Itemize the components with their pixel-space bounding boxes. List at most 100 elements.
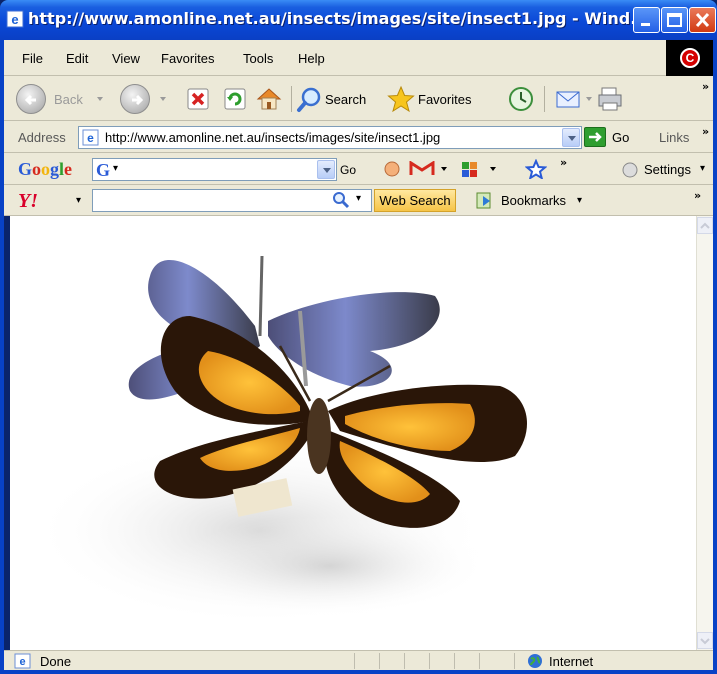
google-overflow-chevron-icon[interactable]: »: [560, 156, 567, 169]
google-settings-button[interactable]: Settings: [644, 162, 691, 177]
go-button[interactable]: Go: [612, 130, 629, 145]
scroll-up-button[interactable]: [697, 217, 713, 234]
mail-dropdown-icon[interactable]: [586, 97, 592, 101]
google-logo[interactable]: Google: [18, 159, 72, 180]
window-border-bottom: [0, 670, 717, 674]
page-done-icon: e: [14, 653, 31, 669]
menu-edit[interactable]: Edit: [66, 51, 88, 66]
status-divider: [379, 653, 380, 669]
forward-arrow-icon: [132, 94, 144, 106]
address-url-text: http://www.amonline.net.au/insects/image…: [105, 130, 441, 145]
bookmarks-icon[interactable]: [474, 190, 496, 210]
window-border-right: [713, 40, 717, 674]
stop-icon[interactable]: [184, 85, 212, 113]
gmail-icon[interactable]: [409, 161, 435, 177]
status-text: Done: [40, 654, 72, 669]
yahoo-logo-dropdown-icon[interactable]: ▾: [76, 195, 81, 206]
links-overflow-chevron-icon[interactable]: »: [702, 125, 709, 138]
address-label: Address: [18, 130, 66, 145]
print-icon[interactable]: [596, 85, 624, 113]
menu-bar: File Edit View Favorites Tools Help C: [4, 40, 713, 76]
toolbar-overflow-chevron-icon[interactable]: »: [702, 80, 709, 93]
security-zone-text: Internet: [549, 654, 594, 669]
yahoo-overflow-chevron-icon[interactable]: »: [694, 189, 701, 202]
address-input[interactable]: e http://www.amonline.net.au/insects/ima…: [78, 126, 582, 149]
vertical-scrollbar[interactable]: [696, 216, 713, 650]
web-search-button[interactable]: Web Search: [374, 189, 456, 212]
status-divider: [404, 653, 405, 669]
bookmark-star-icon[interactable]: [525, 159, 547, 179]
puzzle-icon[interactable]: [459, 159, 481, 179]
yahoo-search-dropdown-icon[interactable]: ▾: [356, 193, 361, 204]
ie-throbber-logo: C: [666, 40, 713, 76]
close-button[interactable]: [689, 7, 716, 33]
google-g-icon: G: [96, 160, 111, 180]
status-divider: [354, 653, 355, 669]
status-bar: e Done Internet: [4, 650, 713, 670]
bookmarks-dropdown-icon[interactable]: ▾: [577, 195, 582, 206]
close-icon: [695, 12, 710, 28]
logo-c-icon: C: [680, 48, 700, 68]
mail-icon[interactable]: [554, 85, 582, 113]
google-search-input[interactable]: G ▾: [92, 158, 337, 181]
forward-button[interactable]: [120, 84, 150, 114]
minimize-button[interactable]: [633, 7, 660, 33]
title-bar[interactable]: e http://www.amonline.net.au/insects/ima…: [0, 0, 717, 40]
menu-favorites[interactable]: Favorites: [161, 51, 214, 66]
refresh-icon[interactable]: [221, 85, 249, 113]
history-icon[interactable]: [507, 85, 535, 113]
svg-text:e: e: [11, 12, 18, 27]
ie-page-icon: e: [6, 10, 24, 28]
scroll-down-button[interactable]: [697, 632, 713, 649]
google-go-button[interactable]: Go: [340, 163, 356, 177]
back-button[interactable]: [16, 84, 46, 114]
chevron-down-icon: [700, 638, 710, 645]
menu-help[interactable]: Help: [298, 51, 325, 66]
status-divider: [429, 653, 430, 669]
internet-globe-icon: [528, 654, 542, 668]
back-label: Back: [54, 92, 83, 107]
menu-view[interactable]: View: [112, 51, 140, 66]
browser-window: e http://www.amonline.net.au/insects/ima…: [0, 0, 717, 674]
butterfly-image: [30, 255, 527, 626]
back-arrow-icon: [24, 94, 36, 106]
svg-text:e: e: [19, 656, 25, 668]
news-icon[interactable]: [382, 160, 402, 178]
go-arrow-icon[interactable]: [584, 127, 606, 147]
page-content: [10, 216, 696, 650]
menu-tools[interactable]: Tools: [243, 51, 273, 66]
standard-toolbar: Back Search Favorites »: [4, 76, 713, 121]
gmail-dropdown-icon[interactable]: [441, 167, 447, 171]
bookmarks-button[interactable]: Bookmarks: [501, 193, 566, 208]
toolbar-separator: [291, 86, 292, 112]
google-history-dropdown[interactable]: [317, 160, 335, 179]
svg-text:e: e: [87, 131, 94, 145]
favorites-label[interactable]: Favorites: [418, 92, 471, 107]
yahoo-logo[interactable]: Y!: [18, 190, 38, 213]
window-title: http://www.amonline.net.au/insects/image…: [28, 9, 649, 28]
puzzle-dropdown-icon[interactable]: [490, 167, 496, 171]
home-icon[interactable]: [255, 85, 283, 113]
address-dropdown-button[interactable]: [562, 128, 580, 147]
address-bar: Address e http://www.amonline.net.au/ins…: [4, 121, 713, 153]
yahoo-toolbar: Y! ▾ ▾ Web Search Bookmarks ▾ »: [4, 185, 713, 216]
toolbar-separator: [544, 86, 545, 112]
google-dropdown-icon[interactable]: ▾: [113, 163, 118, 174]
search-icon[interactable]: [296, 85, 324, 113]
favorites-star-icon[interactable]: [387, 85, 415, 113]
back-dropdown-icon[interactable]: [97, 97, 103, 101]
status-divider: [454, 653, 455, 669]
yahoo-search-icon[interactable]: [332, 191, 350, 209]
maximize-button[interactable]: [661, 7, 688, 33]
status-divider: [479, 653, 480, 669]
google-toolbar: Google G ▾ Go » Settings ▾: [4, 153, 713, 185]
search-label[interactable]: Search: [325, 92, 366, 107]
links-button[interactable]: Links: [659, 130, 689, 145]
settings-dropdown-icon[interactable]: ▾: [700, 163, 705, 174]
menu-file[interactable]: File: [22, 51, 43, 66]
yahoo-search-input[interactable]: [92, 189, 372, 212]
status-divider: [514, 653, 515, 669]
minimize-icon: [641, 23, 650, 26]
settings-icon[interactable]: [621, 161, 639, 179]
forward-dropdown-icon[interactable]: [160, 97, 166, 101]
